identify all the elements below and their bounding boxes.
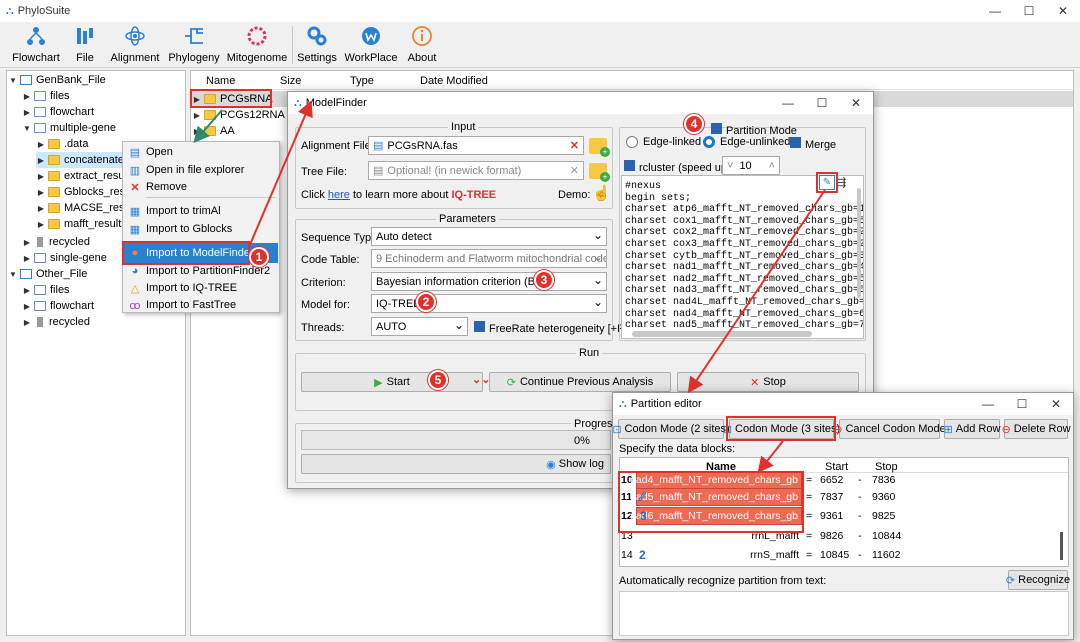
arrow-to-menu <box>193 109 223 144</box>
arrow-to-editor <box>687 189 826 394</box>
annotation-arrows <box>193 100 826 474</box>
arrow-to-modelfinder <box>248 100 313 248</box>
arrow-to-rows <box>757 440 784 474</box>
